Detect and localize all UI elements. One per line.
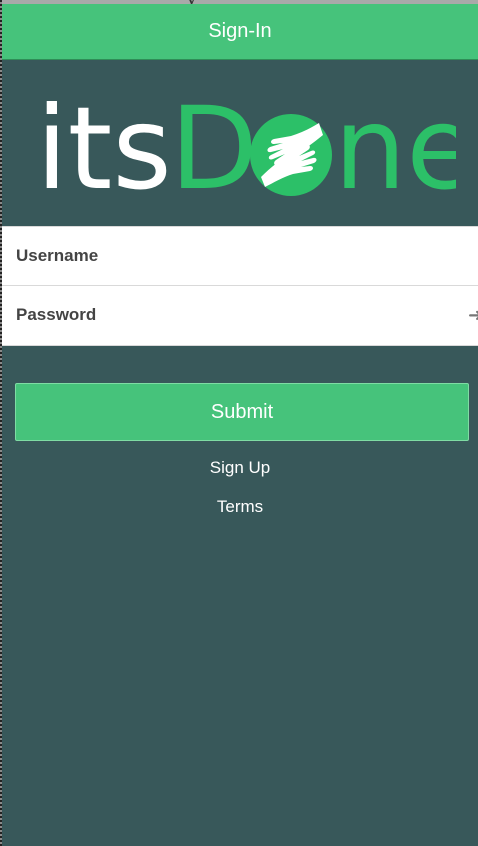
terms-link[interactable]: Terms <box>2 497 478 517</box>
app-logo: its D ne <box>36 86 456 206</box>
submit-button[interactable]: Submit <box>15 383 469 441</box>
login-form: ➜ <box>2 226 478 346</box>
sign-up-link[interactable]: Sign Up <box>2 458 478 478</box>
sign-in-screen: Sign-In its D ne ➜ Submit Sign Up Terms <box>2 4 478 846</box>
header-bar: Sign-In <box>2 4 478 60</box>
arrow-right-icon[interactable]: ➜ <box>468 304 478 326</box>
logo-prefix-text: its <box>36 86 172 206</box>
helping-hands-icon <box>250 114 332 196</box>
logo-d-letter: D <box>170 86 258 206</box>
logo-suffix-text: ne <box>334 86 456 206</box>
username-field[interactable] <box>2 227 478 285</box>
page-title: Sign-In <box>208 20 272 42</box>
password-row: ➜ <box>2 286 478 344</box>
its-done-logo: its D ne <box>36 86 456 206</box>
username-row <box>2 227 478 285</box>
password-field[interactable] <box>2 286 478 344</box>
